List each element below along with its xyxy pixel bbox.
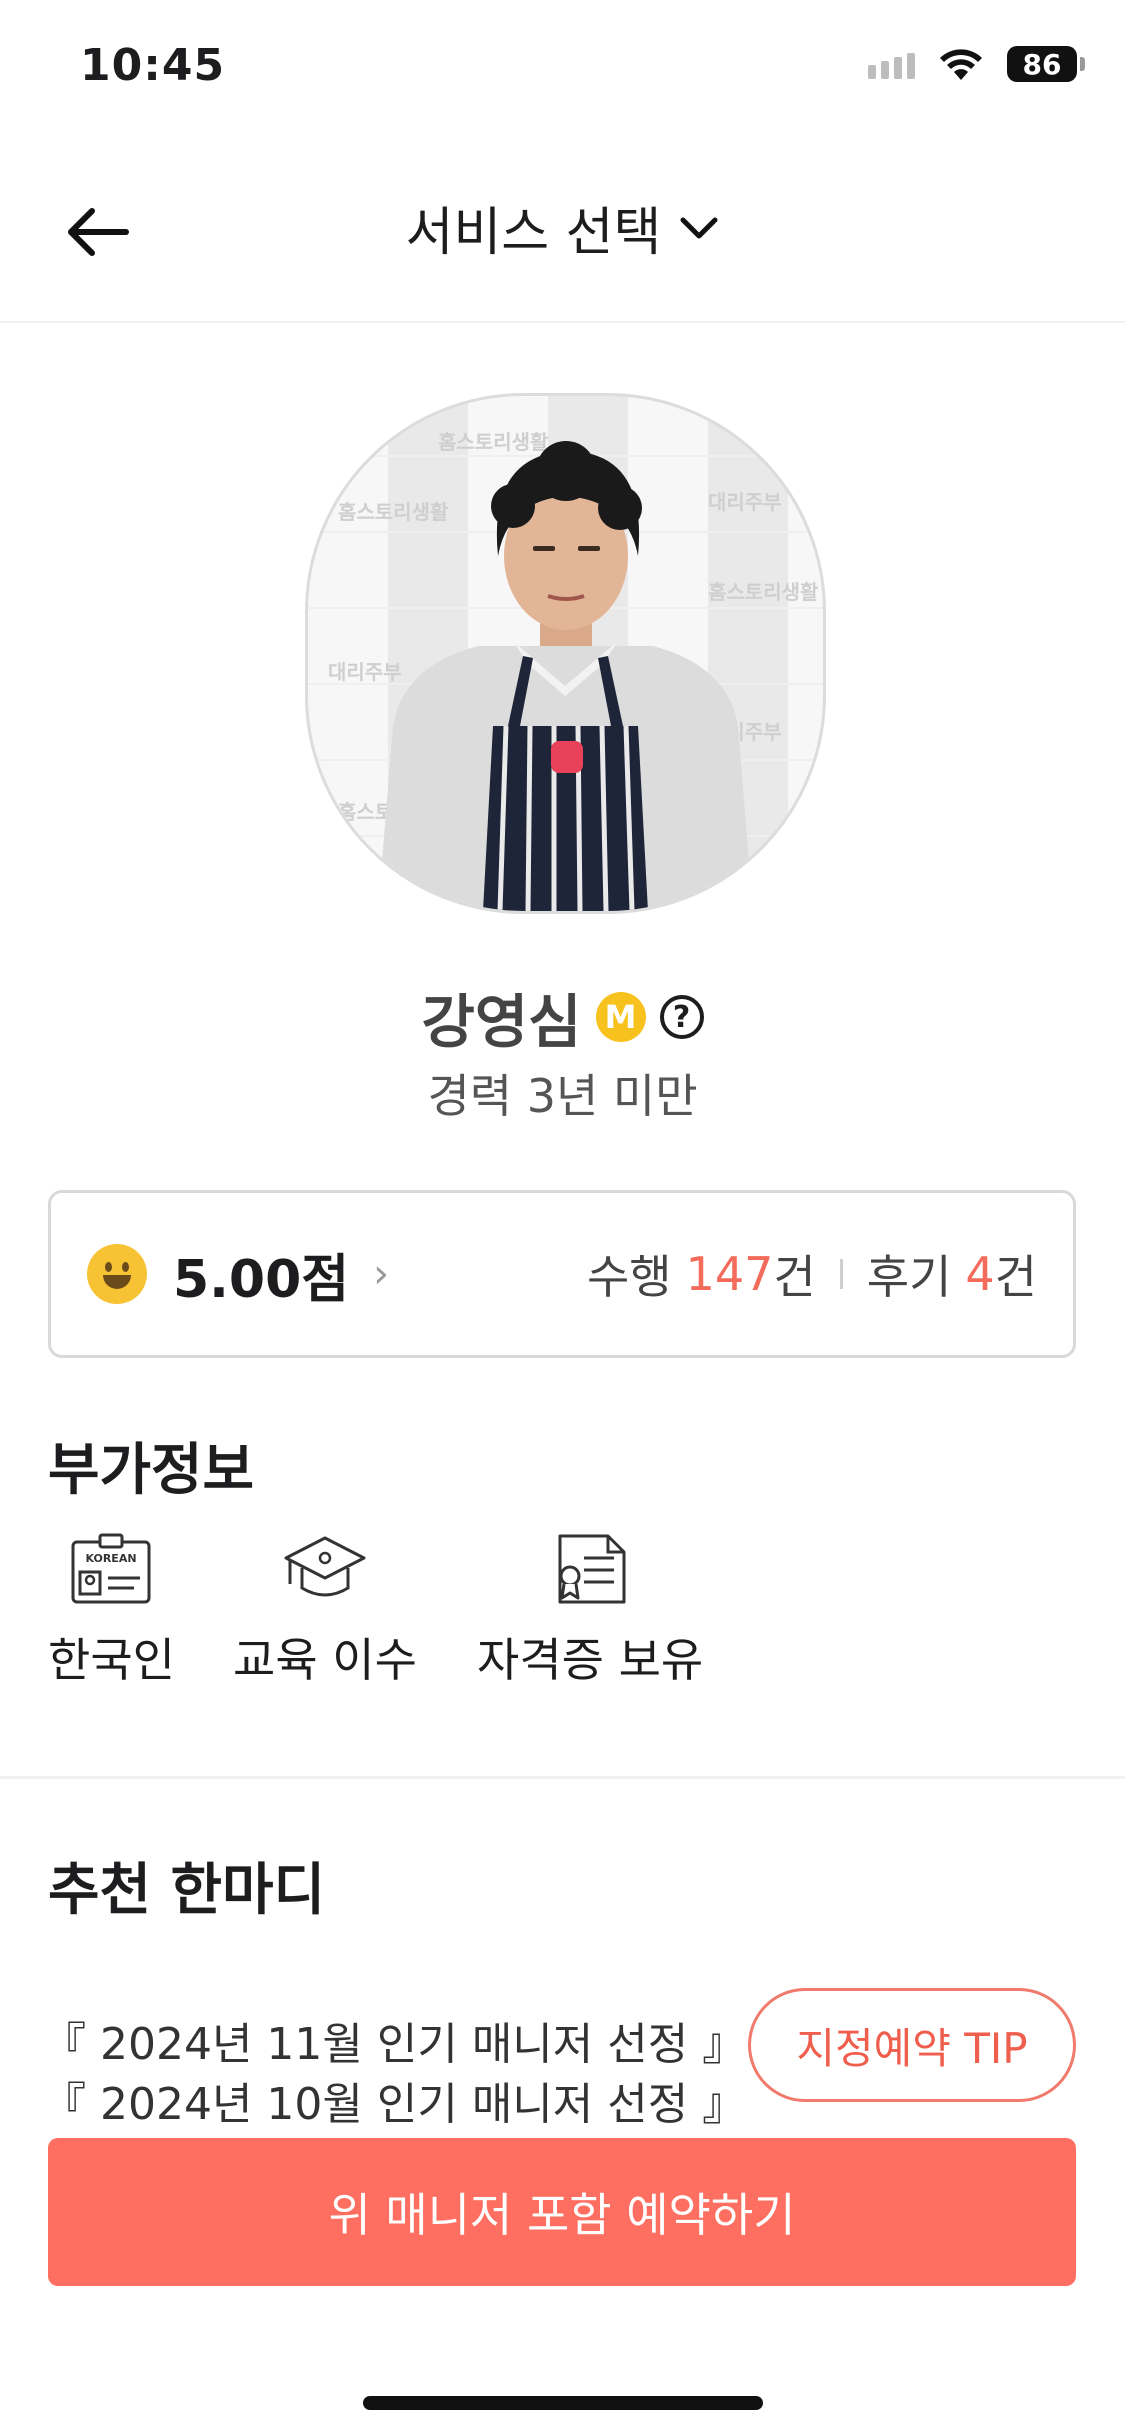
status-indicators: 86 [868,46,1085,82]
certificate-icon [558,1534,626,1604]
recommendation-title: 추천 한마디 [48,1858,326,1923]
section-divider [0,1776,1125,1779]
stats-separator [839,1259,843,1289]
info-label-certificate: 자격증 보유 [477,1633,704,1687]
chevron-down-icon [680,217,718,238]
info-label-education: 교육 이수 [233,1633,417,1687]
info-label-korean: 한국인 [48,1633,175,1687]
rating-score: 5.00점 [173,1249,350,1310]
performed-unit: 건 [773,1250,816,1304]
info-item-education: 교육 이수 [233,1532,417,1690]
grade-badge-icon: M [595,992,646,1042]
performed-label: 수행 [586,1250,672,1304]
help-icon[interactable]: ? [659,995,704,1039]
chevron-right-icon: › [373,1251,390,1297]
manager-photo: 홈스토리생활 홈스토리생활 홈스토리생활 대리주부 대리주부 대리주부 홈스토리… [305,393,826,914]
book-with-manager-button[interactable]: 위 매니저 포함 예약하기 [48,2138,1076,2286]
korean-id-card-icon: KOREAN [71,1533,151,1604]
wifi-icon [940,49,982,80]
manager-name: 강영심 [421,988,582,1056]
performed-count: 147 [685,1247,774,1301]
service-select-dropdown[interactable]: 서비스 선택 [0,190,1125,265]
career-text: 경력 3년 미만 [427,1069,698,1123]
battery-icon: 86 [1007,46,1085,82]
reservation-tip-button[interactable]: 지정예약 TIP [748,1988,1076,2102]
page-title: 서비스 선택 [405,203,662,263]
status-time: 10:45 [80,40,226,91]
review-label: 후기 [866,1250,952,1304]
recommendation-line: 『 2024년 10월 인기 매니저 선정 』 [42,2079,747,2130]
rating-stats: 수행 147 건 후기 4 건 [587,1241,1037,1307]
rating-card[interactable]: 5.00점 › 수행 147 건 후기 4 건 [48,1190,1076,1358]
recommendation-line: 『 2024년 11월 인기 매니저 선정 』 [42,2019,747,2070]
header-divider [0,321,1125,323]
info-item-certificate: 자격증 보유 [477,1532,703,1690]
info-item-korean: KOREAN 한국인 [48,1532,175,1690]
manager-name-row: 강영심 M ? [0,975,1125,1059]
review-unit: 건 [994,1250,1037,1304]
review-count: 4 [965,1247,995,1301]
smile-emoji-icon [87,1244,147,1304]
manager-portrait [378,441,753,911]
graduation-cap-icon [284,1536,366,1597]
svg-text:KOREAN: KOREAN [86,1552,137,1565]
home-indicator [363,2396,763,2410]
extra-info-title: 부가정보 [48,1438,255,1503]
cellular-signal-icon [868,49,915,79]
